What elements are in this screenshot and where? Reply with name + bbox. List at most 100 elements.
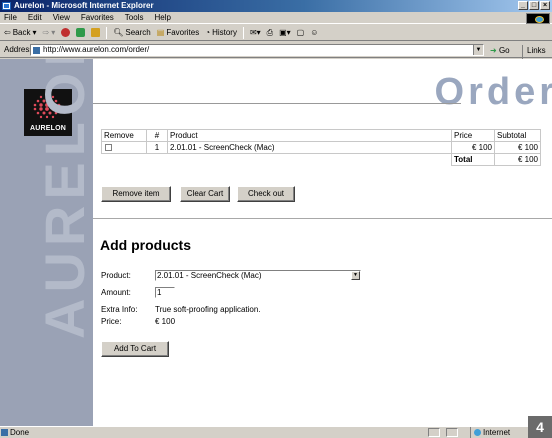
amount-input[interactable]: 1 (155, 287, 175, 298)
back-button[interactable]: ⇦ Back ▾ (4, 25, 37, 41)
status-bar: Done Internet (0, 426, 552, 438)
favorites-button[interactable]: ▤ Favorites (157, 25, 199, 41)
checkout-button[interactable]: Check out (237, 186, 295, 202)
page-viewport: AURELON AURELON Order Remove # Product P… (0, 59, 552, 426)
menu-favorites[interactable]: Favorites (81, 12, 114, 23)
mail-icon[interactable]: ✉▾ (250, 25, 261, 41)
brand-sidebar: AURELON AURELON (0, 59, 93, 426)
zone-label: Internet (483, 428, 511, 437)
print-icon[interactable]: ⎙ (267, 25, 273, 41)
status-panel (446, 428, 458, 437)
forward-button[interactable]: ⇨ ▾ (43, 25, 56, 41)
price-value: € 100 (155, 317, 176, 326)
menu-file[interactable]: File (4, 12, 17, 23)
history-icon: ◔ (205, 27, 211, 37)
search-label: Search (125, 27, 151, 37)
row-number: 1 (146, 141, 168, 154)
go-label: Go (498, 46, 510, 55)
window-title: Aurelon - Microsoft Internet Explorer (14, 1, 154, 10)
refresh-icon[interactable] (76, 28, 86, 37)
history-label: History (212, 27, 237, 37)
toolbar-separator (106, 26, 108, 39)
page-done-icon (1, 429, 8, 436)
cart-total-row: Total € 100 (101, 153, 541, 166)
home-icon[interactable] (91, 28, 101, 37)
chevron-down-icon: ▾ (51, 27, 56, 37)
back-label: Back (12, 27, 31, 37)
remove-item-button[interactable]: Remove item (101, 186, 171, 202)
header-product: Product (167, 129, 452, 142)
amount-label: Amount: (101, 288, 131, 297)
address-input[interactable]: http://www.aurelon.com/order/ ▼ (30, 44, 484, 56)
total-spacer (101, 153, 452, 166)
page-icon (33, 47, 40, 54)
favorites-icon: ▤ (156, 27, 165, 37)
cart-table: Remove # Product Price Subtotal 1 2.01.0… (101, 129, 541, 166)
menu-bar: File Edit View Favorites Tools Help (0, 12, 552, 24)
header-number: # (146, 129, 168, 142)
cart-header-row: Remove # Product Price Subtotal (101, 129, 541, 142)
clear-cart-button[interactable]: Clear Cart (180, 186, 230, 202)
remove-checkbox[interactable] (105, 143, 112, 151)
chevron-down-icon: ▾ (32, 27, 37, 37)
go-arrow-icon: ➜ (490, 46, 497, 55)
price-label: Price: (101, 317, 122, 326)
product-select[interactable]: 2.01.01 - ScreenCheck (Mac) ▼ (155, 270, 361, 281)
add-to-cart-button[interactable]: Add To Cart (101, 341, 169, 357)
chevron-down-icon[interactable]: ▼ (351, 271, 360, 280)
add-products-heading: Add products (100, 237, 191, 253)
globe-icon (474, 429, 481, 436)
status-text: Done (10, 428, 30, 437)
stop-icon[interactable] (61, 28, 71, 37)
maximize-button[interactable]: □ (529, 1, 539, 10)
main-content: Order Remove # Product Price Subtotal 1 … (93, 59, 552, 426)
address-label: Address (4, 44, 34, 54)
row-subtotal: € 100 (494, 141, 541, 154)
product-select-value: 2.01.01 - ScreenCheck (Mac) (157, 271, 262, 280)
header-remove: Remove (101, 129, 147, 142)
history-button[interactable]: ◔ History (205, 25, 237, 41)
total-value: € 100 (494, 153, 541, 166)
security-zone: Internet (470, 427, 530, 438)
product-label: Product: (101, 271, 131, 280)
standard-toolbar: ⇦ Back ▾ ⇨ ▾ 🔍︎ Search ▤ Favorites ◔ His… (0, 25, 552, 41)
forward-arrow-icon: ⇨ (42, 27, 50, 37)
messenger-icon[interactable]: ☺ (310, 25, 318, 41)
row-price: € 100 (451, 141, 495, 154)
title-divider (93, 103, 461, 104)
total-label: Total (451, 153, 495, 166)
table-row: 1 2.01.01 - ScreenCheck (Mac) € 100 € 10… (101, 141, 541, 154)
header-price: Price (451, 129, 495, 142)
menu-edit[interactable]: Edit (28, 12, 42, 23)
section-divider (93, 218, 552, 219)
address-url: http://www.aurelon.com/order/ (43, 45, 150, 54)
address-bar: Address http://www.aurelon.com/order/ ▼ … (0, 42, 552, 67)
search-icon: 🔍︎ (113, 27, 124, 37)
extra-info-value: True soft-proofing application. (155, 305, 261, 314)
address-dropdown-icon[interactable]: ▼ (473, 45, 483, 55)
ie-throbber-icon (526, 13, 550, 24)
edit-icon[interactable]: ▣▾ (279, 25, 291, 41)
page-number-badge: 4 (528, 416, 552, 438)
search-button[interactable]: 🔍︎ Search (113, 25, 151, 41)
status-panel (428, 428, 440, 437)
header-subtotal: Subtotal (494, 129, 541, 142)
ie-window-icon (2, 2, 11, 10)
window-titlebar: Aurelon - Microsoft Internet Explorer _ … (0, 0, 552, 12)
menu-help[interactable]: Help (154, 12, 170, 23)
window-controls: _ □ × (518, 1, 550, 10)
extra-info-label: Extra Info: (101, 305, 138, 314)
discuss-icon[interactable]: ▢ (297, 25, 305, 41)
sidebar-brand-text: AURELON (33, 59, 93, 339)
go-button[interactable]: ➜ Go (490, 45, 510, 56)
close-button[interactable]: × (540, 1, 550, 10)
page-title: Order (434, 71, 552, 113)
minimize-button[interactable]: _ (518, 1, 528, 10)
toolbar-separator (242, 26, 244, 39)
favorites-label: Favorites (166, 27, 200, 37)
back-arrow-icon: ⇦ (4, 27, 11, 37)
row-product: 2.01.01 - ScreenCheck (Mac) (167, 141, 452, 154)
menu-tools[interactable]: Tools (125, 12, 144, 23)
menu-view[interactable]: View (53, 12, 70, 23)
remove-cell (101, 141, 147, 154)
